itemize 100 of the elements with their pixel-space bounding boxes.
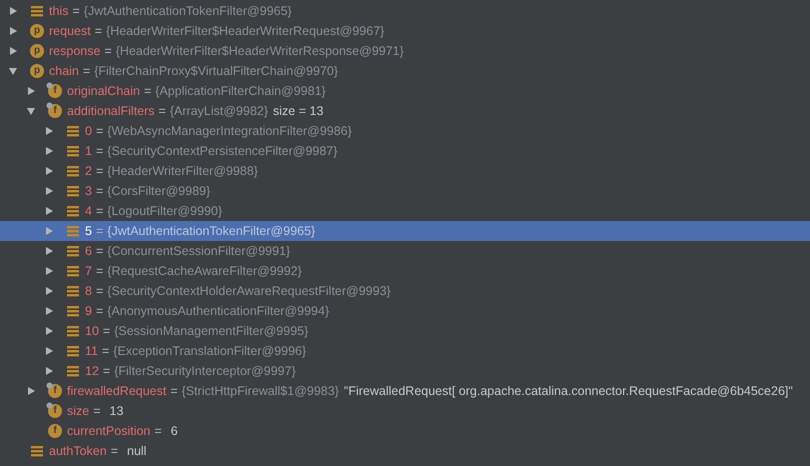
equals-sign: = <box>96 144 104 158</box>
variable-value: {FilterChainProxy$VirtualFilterChain@9970} <box>94 64 338 78</box>
list-icon <box>66 264 80 278</box>
variable-name: 9 <box>85 304 92 318</box>
tree-row[interactable]: f currentPosition = 6 <box>0 421 810 441</box>
list-icon <box>66 324 80 338</box>
tree-row[interactable]: 7 = {RequestCacheAwareFilter@9992} <box>0 261 810 281</box>
equals-sign: = <box>102 324 110 338</box>
tree-row[interactable]: f additionalFilters = {ArrayList@9982} size = 13 <box>0 101 810 121</box>
variable-name: size <box>67 404 90 418</box>
badge-icon: f <box>48 424 62 438</box>
expand-arrow-icon[interactable] <box>44 206 54 216</box>
equals-sign: = <box>170 384 178 398</box>
list-icon <box>66 344 80 358</box>
expand-arrow-icon[interactable] <box>8 26 18 36</box>
expand-arrow-icon[interactable] <box>26 86 36 96</box>
expand-arrow-icon[interactable] <box>44 166 54 176</box>
list-icon <box>66 204 80 218</box>
expand-arrow-icon[interactable] <box>8 46 18 56</box>
variable-value: {ArrayList@9982} <box>170 104 268 118</box>
list-icon <box>66 124 80 138</box>
equals-sign: = <box>158 104 166 118</box>
expand-arrow-icon[interactable] <box>44 246 54 256</box>
badge-icon: f <box>48 84 62 98</box>
variable-name: this <box>49 4 68 18</box>
expand-arrow-icon[interactable] <box>44 186 54 196</box>
variable-name: 0 <box>85 124 92 138</box>
equals-sign: = <box>96 164 104 178</box>
equals-sign: = <box>154 424 162 438</box>
tree-row[interactable]: 1 = {SecurityContextPersistenceFilter@9987} <box>0 141 810 161</box>
expand-arrow-icon[interactable] <box>44 306 54 316</box>
equals-sign: = <box>94 24 102 38</box>
variable-value: {SessionManagementFilter@9995} <box>114 324 308 338</box>
variable-name: currentPosition <box>67 424 150 438</box>
collapse-arrow-icon[interactable] <box>26 106 36 116</box>
tree-row[interactable]: 10 = {SessionManagementFilter@9995} <box>0 321 810 341</box>
tree-row[interactable]: 6 = {ConcurrentSessionFilter@9991} <box>0 241 810 261</box>
expand-arrow-icon[interactable] <box>44 326 54 336</box>
expand-arrow-icon[interactable] <box>44 146 54 156</box>
expand-arrow-icon[interactable] <box>26 386 36 396</box>
list-icon <box>66 244 80 258</box>
equals-sign: = <box>96 244 104 258</box>
variable-text: "FirewalledRequest[ org.apache.catalina.connector.RequestFacade@6b45ce26]" <box>344 384 793 398</box>
tree-row[interactable]: 3 = {CorsFilter@9989} <box>0 181 810 201</box>
tree-row[interactable]: 9 = {AnonymousAuthenticationFilter@9994} <box>0 301 810 321</box>
badge-icon: p <box>30 24 44 38</box>
expand-arrow-icon[interactable] <box>44 126 54 136</box>
variable-name: 7 <box>85 264 92 278</box>
tree-row[interactable]: f firewalledRequest = {StrictHttpFirewall$1@9983} "FirewalledRequest[ org.apache.catalina.connector.RequestFacade@6b45ce26]" <box>0 381 810 401</box>
variable-value: {JwtAuthenticationTokenFilter@9965} <box>107 224 316 238</box>
variable-value: {SecurityContextHolderAwareRequestFilter@9993} <box>107 284 391 298</box>
expand-arrow-icon[interactable] <box>8 6 18 16</box>
badge-icon: f <box>48 404 62 418</box>
tree-row[interactable]: 5 = {JwtAuthenticationTokenFilter@9965} <box>0 221 810 241</box>
variable-text: 6 <box>170 424 178 438</box>
list-icon <box>66 144 80 158</box>
expand-arrow-icon[interactable] <box>44 346 54 356</box>
variable-value: {RequestCacheAwareFilter@9992} <box>107 264 302 278</box>
variable-name: 4 <box>85 204 92 218</box>
collapse-arrow-icon[interactable] <box>8 66 18 76</box>
tree-row[interactable]: this = {JwtAuthenticationTokenFilter@9965} <box>0 1 810 21</box>
list-icon <box>66 364 80 378</box>
tree-row[interactable]: 11 = {ExceptionTranslationFilter@9996} <box>0 341 810 361</box>
tree-row[interactable]: authToken = null <box>0 441 810 461</box>
tree-row[interactable]: 0 = {WebAsyncManagerIntegrationFilter@9986} <box>0 121 810 141</box>
tree-row[interactable]: f size = 13 <box>0 401 810 421</box>
equals-sign: = <box>96 124 104 138</box>
variable-value: {CorsFilter@9989} <box>107 184 210 198</box>
variable-name: 12 <box>85 364 99 378</box>
equals-sign: = <box>96 304 104 318</box>
expand-arrow-icon[interactable] <box>44 266 54 276</box>
equals-sign: = <box>102 364 110 378</box>
variable-value: {ConcurrentSessionFilter@9991} <box>107 244 290 258</box>
tree-row[interactable]: 2 = {HeaderWriterFilter@9988} <box>0 161 810 181</box>
variable-text: null <box>127 444 146 458</box>
tree-row[interactable]: p response = {HeaderWriterFilter$HeaderWriterResponse@9971} <box>0 41 810 61</box>
tree-row[interactable]: 8 = {SecurityContextHolderAwareRequestFilter@9993} <box>0 281 810 301</box>
tree-row[interactable]: f originalChain = {ApplicationFilterChain@9981} <box>0 81 810 101</box>
variable-name: 5 <box>85 224 92 238</box>
list-icon <box>30 444 44 458</box>
tree-row[interactable]: 12 = {FilterSecurityInterceptor@9997} <box>0 361 810 381</box>
variable-name: originalChain <box>67 84 140 98</box>
variable-text: size = 13 <box>273 104 324 118</box>
variable-text: 13 <box>110 404 124 418</box>
expand-arrow-icon[interactable] <box>44 286 54 296</box>
variable-name: chain <box>49 64 79 78</box>
variable-name: 2 <box>85 164 92 178</box>
badge-icon: p <box>30 44 44 58</box>
expand-arrow-icon[interactable] <box>44 366 54 376</box>
tree-row[interactable]: p request = {HeaderWriterFilter$HeaderWriterRequest@9967} <box>0 21 810 41</box>
list-icon <box>66 284 80 298</box>
tree-row[interactable]: p chain = {FilterChainProxy$VirtualFilterChain@9970} <box>0 61 810 81</box>
equals-sign: = <box>96 184 104 198</box>
tree-row[interactable]: 4 = {LogoutFilter@9990} <box>0 201 810 221</box>
variable-name: request <box>49 24 91 38</box>
equals-sign: = <box>104 44 112 58</box>
equals-sign: = <box>96 224 104 238</box>
list-icon <box>66 224 80 238</box>
equals-sign: = <box>93 404 101 418</box>
equals-sign: = <box>82 64 90 78</box>
